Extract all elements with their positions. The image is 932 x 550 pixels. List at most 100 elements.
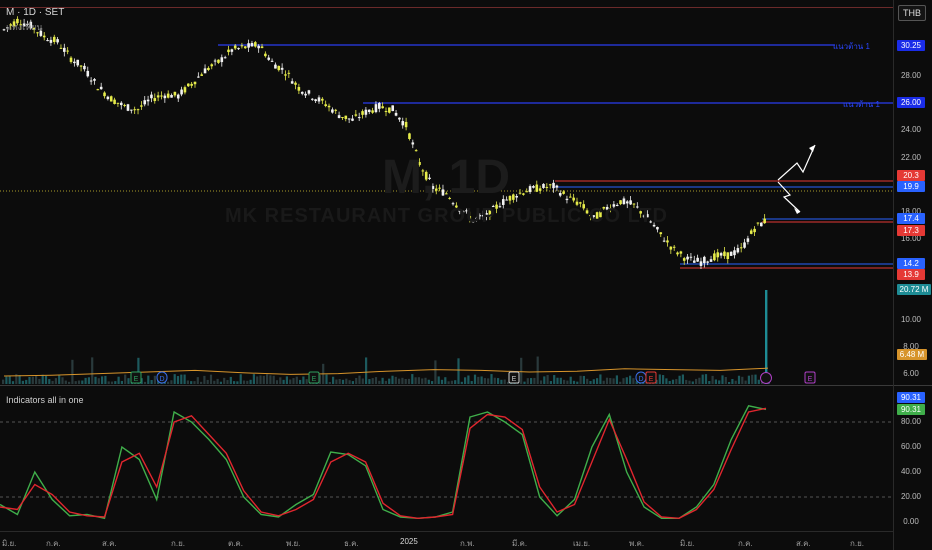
candle-body[interactable]	[46, 40, 49, 42]
candle-body[interactable]	[133, 109, 136, 111]
candle-body[interactable]	[713, 253, 716, 261]
candle-body[interactable]	[622, 198, 626, 205]
candle-body[interactable]	[240, 45, 244, 47]
candle-body[interactable]	[93, 79, 96, 81]
candle-body[interactable]	[682, 258, 686, 261]
candle-body[interactable]	[260, 46, 264, 49]
candle-body[interactable]	[190, 83, 193, 86]
candle-body[interactable]	[562, 191, 565, 194]
candle-body[interactable]	[257, 45, 260, 49]
candle-body[interactable]	[548, 184, 552, 186]
candle-body[interactable]	[703, 256, 706, 264]
candle-body[interactable]	[203, 68, 207, 74]
tag-level-174[interactable]: 17.4	[897, 213, 925, 224]
currency-button[interactable]: THB	[898, 5, 926, 21]
candle-body[interactable]	[314, 99, 317, 102]
symbol-title[interactable]: M · 1D · SET	[6, 7, 64, 18]
tag-last-price[interactable]: 19.9	[897, 181, 925, 192]
candle-body[interactable]	[99, 86, 103, 90]
candle-body[interactable]	[374, 104, 378, 113]
candle-body[interactable]	[723, 251, 726, 257]
candle-body[interactable]	[277, 65, 281, 71]
candle-body[interactable]	[408, 133, 411, 139]
candle-body[interactable]	[230, 49, 234, 52]
candle-body[interactable]	[79, 65, 83, 67]
event-marker[interactable]: E	[308, 371, 320, 384]
tag-level-142[interactable]: 14.2	[897, 258, 925, 269]
candle-body[interactable]	[716, 252, 720, 258]
candle-body[interactable]	[746, 238, 750, 242]
candle-body[interactable]	[729, 251, 733, 256]
candle-body[interactable]	[180, 89, 183, 95]
candle-body[interactable]	[528, 186, 532, 192]
candle-body[interactable]	[321, 98, 324, 101]
tag-level-173[interactable]: 17.3	[897, 225, 925, 236]
candle-body[interactable]	[146, 99, 150, 102]
candle-body[interactable]	[290, 81, 294, 84]
candle-body[interactable]	[331, 109, 334, 113]
candle-body[interactable]	[686, 256, 689, 260]
candle-body[interactable]	[2, 29, 6, 31]
candle-body[interactable]	[136, 109, 140, 111]
candle-body[interactable]	[86, 70, 90, 77]
candle-body[interactable]	[143, 100, 147, 105]
candle-body[interactable]	[176, 94, 180, 99]
candle-body[interactable]	[692, 260, 696, 263]
candle-body[interactable]	[558, 193, 562, 196]
candle-body[interactable]	[394, 112, 398, 116]
candle-body[interactable]	[579, 202, 582, 204]
candle-body[interactable]	[113, 99, 116, 104]
candle-body[interactable]	[213, 60, 217, 62]
candle-body[interactable]	[381, 106, 384, 109]
candle-body[interactable]	[307, 90, 311, 94]
candle-body[interactable]	[96, 89, 100, 91]
candle-body[interactable]	[42, 35, 46, 38]
candle-body[interactable]	[736, 248, 740, 253]
candle-body[interactable]	[753, 228, 756, 233]
candle-body[interactable]	[512, 194, 515, 200]
candle-body[interactable]	[227, 49, 230, 53]
candle-body[interactable]	[659, 232, 663, 235]
candle-body[interactable]	[200, 74, 204, 76]
candle-body[interactable]	[364, 109, 368, 115]
indicator-title[interactable]: Indicators all in one	[6, 395, 84, 405]
candle-body[interactable]	[59, 47, 63, 49]
candle-body[interactable]	[629, 200, 632, 205]
event-marker[interactable]: E	[130, 371, 142, 384]
tag-osc-k[interactable]: 90.31	[897, 392, 925, 403]
candle-body[interactable]	[763, 218, 766, 224]
candle-body[interactable]	[377, 103, 381, 109]
candle-body[interactable]	[270, 60, 274, 62]
candle-body[interactable]	[186, 83, 190, 87]
candle-body[interactable]	[233, 45, 237, 49]
candle-body[interactable]	[160, 95, 163, 97]
tag-resistance-high[interactable]: 30.25	[897, 40, 925, 51]
tag-volume[interactable]: 20.72 M	[897, 284, 931, 295]
candle-body[interactable]	[679, 251, 683, 254]
candle-body[interactable]	[156, 95, 160, 98]
candle-body[interactable]	[756, 222, 760, 224]
volume-bar-last[interactable]	[765, 290, 768, 384]
candle-body[interactable]	[153, 98, 157, 102]
candle-body[interactable]	[398, 117, 401, 120]
candle-body[interactable]	[223, 57, 227, 59]
candle-body[interactable]	[538, 188, 542, 191]
candle-body[interactable]	[662, 240, 666, 242]
candle-body[interactable]	[237, 48, 240, 50]
candle-body[interactable]	[759, 222, 763, 227]
chart-type-label[interactable]: แท่งเทียน	[6, 20, 43, 34]
candle-body[interactable]	[542, 183, 545, 188]
candle-body[interactable]	[163, 95, 167, 99]
candle-body[interactable]	[411, 142, 415, 145]
candle-body[interactable]	[150, 94, 153, 99]
candle-body[interactable]	[69, 57, 73, 62]
candle-body[interactable]	[676, 252, 679, 255]
candle-body[interactable]	[243, 46, 247, 49]
candle-body[interactable]	[264, 53, 267, 57]
candle-body[interactable]	[170, 95, 173, 98]
candle-body[interactable]	[73, 61, 76, 64]
candle-body[interactable]	[49, 39, 53, 43]
candle-body[interactable]	[743, 242, 746, 248]
candle-body[interactable]	[404, 121, 408, 128]
event-marker[interactable]: E	[508, 371, 520, 384]
